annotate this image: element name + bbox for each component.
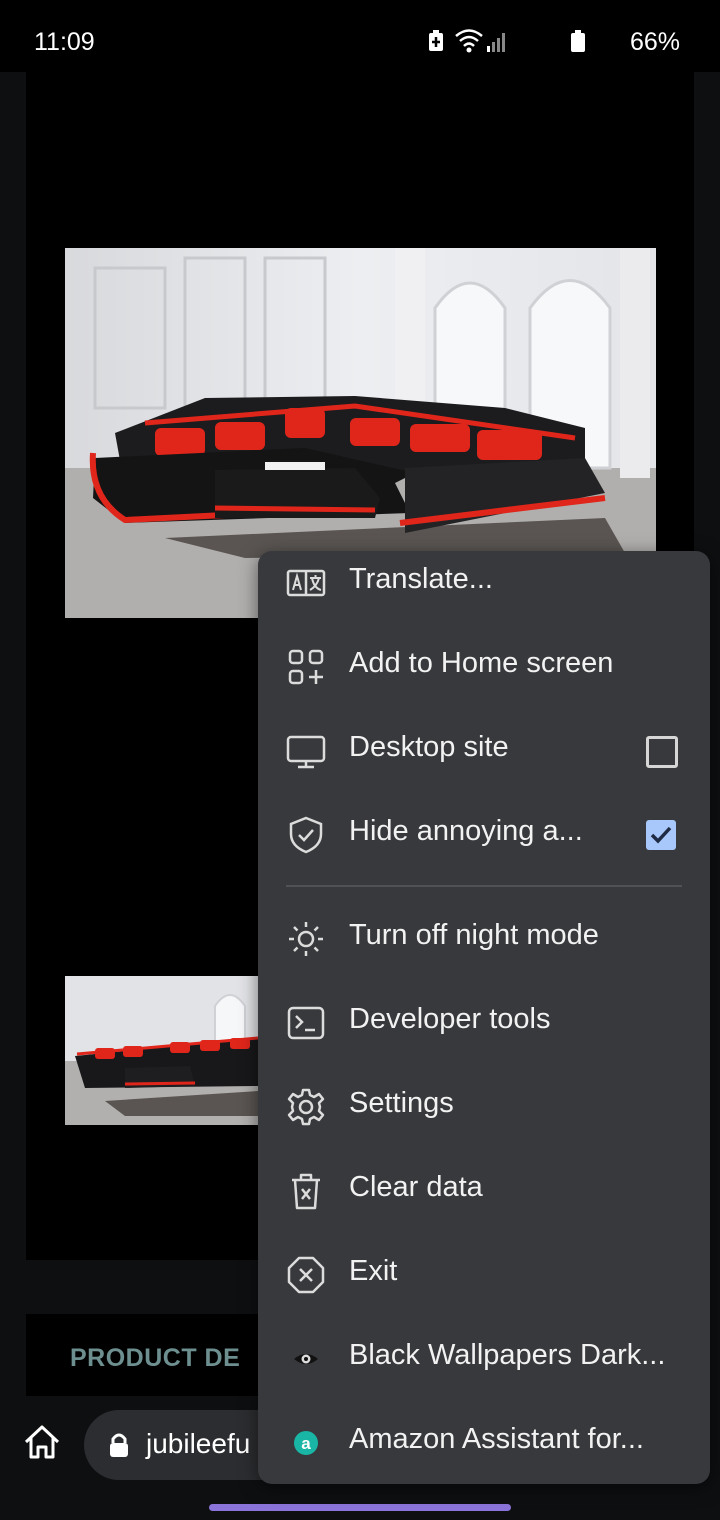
gear-icon — [287, 1088, 325, 1126]
menu-item-exit[interactable]: Exit — [258, 1233, 710, 1317]
menu-item-label: Desktop site — [349, 731, 509, 763]
svg-text:a: a — [301, 1434, 311, 1453]
battery-percent: 66% — [629, 28, 680, 56]
terminal-icon — [287, 1006, 325, 1040]
status-bar: 11:09 66% — [0, 0, 720, 72]
menu-item-night-mode[interactable]: Turn off night mode — [258, 897, 710, 981]
status-time: 11:09 — [34, 28, 95, 56]
lock-icon — [110, 1433, 128, 1457]
menu-item-translate[interactable]: Translate... — [258, 541, 710, 625]
shield-check-icon — [289, 816, 323, 854]
monitor-icon — [286, 735, 326, 769]
status-icons: 66% — [380, 26, 720, 62]
translate-icon — [286, 569, 326, 597]
desktop-site-checkbox[interactable] — [646, 736, 678, 768]
menu-item-label: Hide annoying a... — [349, 815, 583, 847]
hide-ads-checkbox[interactable] — [646, 820, 676, 850]
menu-item-label: Clear data — [349, 1171, 483, 1203]
checkmark-icon — [650, 826, 672, 844]
menu-item-developer-tools[interactable]: Developer tools — [258, 981, 710, 1065]
menu-divider — [286, 885, 682, 887]
menu-item-black-wallpapers-extension[interactable]: Black Wallpapers Dark... — [258, 1317, 710, 1401]
menu-item-hide-ads[interactable]: Hide annoying a... — [258, 793, 710, 877]
menu-item-label: Settings — [349, 1087, 454, 1119]
menu-item-amazon-assistant-extension[interactable]: a Amazon Assistant for... — [258, 1401, 710, 1485]
sun-icon — [289, 922, 323, 956]
browser-overflow-menu: Translate... Add to Home screen Desktop … — [258, 551, 710, 1484]
trash-icon — [292, 1173, 320, 1210]
add-to-home-icon — [288, 649, 324, 685]
gesture-bar — [209, 1504, 511, 1511]
product-details-heading: PRODUCT DE — [70, 1344, 241, 1372]
eye-icon — [294, 1354, 318, 1364]
menu-item-add-to-home[interactable]: Add to Home screen — [258, 625, 710, 709]
menu-item-label: Amazon Assistant for... — [349, 1423, 644, 1455]
menu-item-desktop-site[interactable]: Desktop site — [258, 709, 710, 793]
menu-item-label: Black Wallpapers Dark... — [349, 1339, 666, 1371]
signal-icon — [487, 33, 505, 52]
menu-item-clear-data[interactable]: Clear data — [258, 1149, 710, 1233]
menu-item-label: Translate... — [349, 563, 493, 595]
menu-item-label: Turn off night mode — [349, 919, 599, 951]
product-thumbnail[interactable] — [65, 976, 258, 1125]
amazon-a-icon: a — [294, 1431, 318, 1455]
wifi-icon — [455, 29, 483, 53]
menu-item-label: Add to Home screen — [349, 647, 614, 679]
battery-saver-icon — [429, 30, 443, 51]
menu-item-settings[interactable]: Settings — [258, 1065, 710, 1149]
battery-icon — [571, 30, 585, 52]
menu-item-label: Exit — [349, 1255, 398, 1287]
home-icon[interactable] — [22, 1422, 62, 1462]
menu-item-label: Developer tools — [349, 1003, 551, 1035]
close-circle-icon — [287, 1256, 325, 1294]
url-text[interactable]: jubileefu — [146, 1428, 250, 1460]
